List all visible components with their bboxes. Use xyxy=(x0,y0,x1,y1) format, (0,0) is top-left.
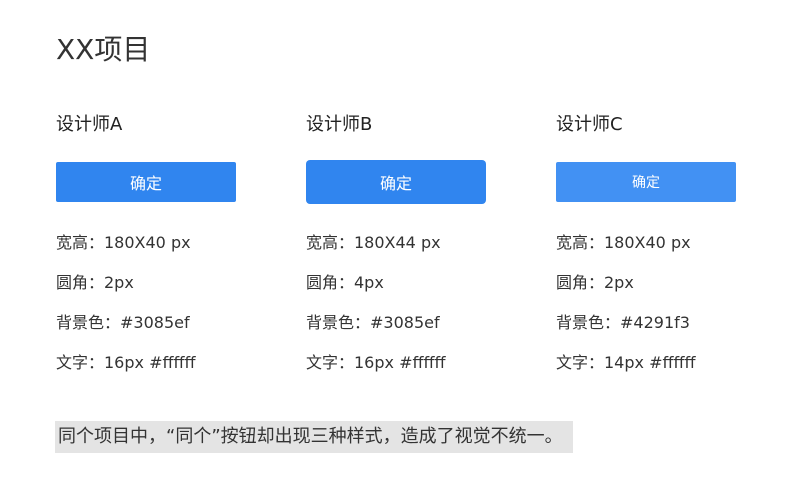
spec-size: 宽高：180X40 px xyxy=(56,233,191,252)
spec-size: 宽高：180X40 px xyxy=(556,233,691,252)
spec-text: 文字：16px #ffffff xyxy=(56,353,196,372)
spec-background: 背景色：#4291f3 xyxy=(556,313,690,332)
designer-name: 设计师B xyxy=(306,114,373,135)
designer-name: 设计师A xyxy=(56,114,123,135)
designer-c-column: 设计师C 确定 宽高：180X40 px 圆角：2px 背景色：#4291f3 … xyxy=(556,0,756,400)
confirm-button-b[interactable]: 确定 xyxy=(306,160,486,204)
spec-background: 背景色：#3085ef xyxy=(306,313,440,332)
designer-b-column: 设计师B 确定 宽高：180X44 px 圆角：4px 背景色：#3085ef … xyxy=(306,0,506,400)
conclusion-note: 同个项目中，“同个”按钮却出现三种样式，造成了视觉不统一。 xyxy=(55,421,573,453)
spec-radius: 圆角：2px xyxy=(556,273,634,292)
spec-radius: 圆角：4px xyxy=(306,273,384,292)
spec-text: 文字：16px #ffffff xyxy=(306,353,446,372)
confirm-button-a[interactable]: 确定 xyxy=(56,162,236,202)
spec-background: 背景色：#3085ef xyxy=(56,313,190,332)
designer-a-column: 设计师A 确定 宽高：180X40 px 圆角：2px 背景色：#3085ef … xyxy=(56,0,256,400)
designer-name: 设计师C xyxy=(556,114,623,135)
spec-size: 宽高：180X44 px xyxy=(306,233,441,252)
confirm-button-c[interactable]: 确定 xyxy=(556,162,736,202)
spec-text: 文字：14px #ffffff xyxy=(556,353,696,372)
spec-radius: 圆角：2px xyxy=(56,273,134,292)
